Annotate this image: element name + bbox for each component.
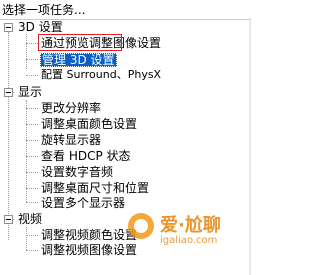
tree-item-desktop-size-position[interactable]: 调整桌面尺寸和位置 <box>41 181 149 195</box>
tree-connector <box>26 172 38 173</box>
tree-group-3d-settings[interactable]: 3D 设置 <box>18 20 63 34</box>
tree-connector <box>26 235 38 236</box>
tree-item-rotate-display[interactable]: 旋转显示器 <box>41 133 101 147</box>
tree-connector <box>26 188 38 189</box>
collapse-icon[interactable] <box>4 215 13 224</box>
tree-connector <box>26 108 38 109</box>
tree-connector <box>26 43 38 44</box>
tree-branch-line <box>26 34 27 69</box>
tree-branch-line <box>26 100 27 202</box>
tree-item-view-hdcp-status[interactable]: 查看 HDCP 状态 <box>41 149 131 163</box>
tree-item-video-color-settings[interactable]: 调整视频颜色设置 <box>41 228 137 242</box>
tree-group-video[interactable]: 视频 <box>18 212 42 226</box>
tree-item-video-image-settings[interactable]: 调整视频图像设置 <box>41 243 137 257</box>
task-panel: 选择一项任务... 3D 设置 通过预览调整图像设置 管理 3D 设置 配置 S… <box>0 0 251 275</box>
tree-connector <box>26 59 38 60</box>
panel-header: 选择一项任务... <box>0 0 251 20</box>
tree-connector <box>26 250 38 251</box>
tree-group-display[interactable]: 显示 <box>18 85 42 99</box>
tree-item-digital-audio[interactable]: 设置数字音频 <box>41 165 113 179</box>
collapse-icon[interactable] <box>4 23 13 32</box>
tree-connector <box>26 75 38 76</box>
tree-connector <box>26 156 38 157</box>
tree-connector <box>26 124 38 125</box>
tree-connector <box>26 140 38 141</box>
tree-item-preview-image-settings[interactable]: 通过预览调整图像设置 <box>41 36 161 50</box>
tree-item-change-resolution[interactable]: 更改分辨率 <box>41 101 101 115</box>
tree-branch-line <box>26 227 27 250</box>
tree-trunk-line <box>8 32 9 240</box>
scrollbar[interactable] <box>249 20 251 275</box>
tree-item-configure-surround-physx[interactable]: 配置 Surround、PhysX <box>41 68 161 82</box>
tree-item-desktop-color-settings[interactable]: 调整桌面颜色设置 <box>41 117 137 131</box>
tree-item-multiple-displays[interactable]: 设置多个显示器 <box>41 196 125 210</box>
collapse-icon[interactable] <box>4 88 13 97</box>
tree-connector <box>26 202 38 203</box>
task-tree: 3D 设置 通过预览调整图像设置 管理 3D 设置 配置 Surround、Ph… <box>0 20 251 275</box>
tree-item-manage-3d-settings[interactable]: 管理 3D 设置 <box>40 53 117 67</box>
